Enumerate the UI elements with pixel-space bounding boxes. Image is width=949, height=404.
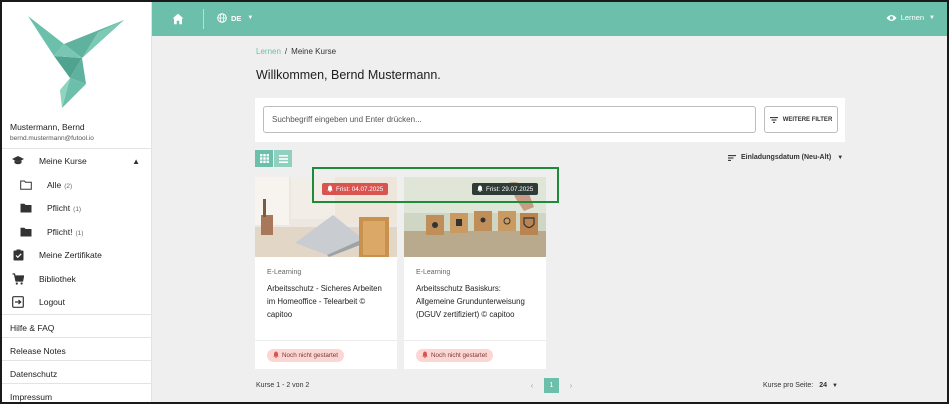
home-icon[interactable] bbox=[172, 13, 184, 25]
list-view-button[interactable] bbox=[274, 150, 292, 167]
user-email: bernd.mustermann@futool.io bbox=[10, 135, 94, 142]
folder-count: (2) bbox=[64, 183, 73, 190]
hummingbird-logo bbox=[28, 16, 124, 108]
release-notes-link[interactable]: Release Notes bbox=[10, 346, 66, 356]
folder-count: (1) bbox=[73, 206, 82, 213]
sidebar-item-folder-alle[interactable]: Alle (2) bbox=[2, 175, 152, 195]
folder-label: Pflicht bbox=[47, 203, 71, 213]
course-title: Arbeitsschutz Basiskurs: Allgemeine Grun… bbox=[416, 284, 525, 319]
sidebar-divider bbox=[2, 148, 152, 149]
chevron-up-icon[interactable]: ▲ bbox=[132, 157, 140, 166]
course-type: E-Learning bbox=[416, 269, 451, 276]
top-bar-separator bbox=[203, 9, 204, 29]
course-card[interactable]: E-Learning Arbeitsschutz - Sicheres Arbe… bbox=[255, 177, 397, 369]
breadcrumb-root-link[interactable]: Lernen bbox=[256, 47, 281, 56]
course-title: Arbeitsschutz - Sicheres Arbeiten im Hom… bbox=[267, 284, 382, 319]
chevron-left-icon[interactable]: ‹ bbox=[526, 381, 538, 390]
sidebar-item-label: Meine Zertifikate bbox=[39, 250, 102, 260]
sidebar-item-label: Bibliothek bbox=[39, 274, 76, 284]
grid-icon bbox=[259, 154, 269, 163]
list-icon bbox=[278, 154, 288, 163]
view-toggle bbox=[255, 150, 292, 167]
mode-label: Lernen bbox=[900, 13, 925, 22]
sidebar-divider bbox=[2, 337, 152, 338]
card-divider bbox=[255, 340, 397, 341]
sidebar-item-label: Logout bbox=[39, 297, 65, 307]
sidebar: Mustermann, Bernd bernd.mustermann@futoo… bbox=[2, 2, 152, 402]
folder-label: Pflicht! bbox=[47, 227, 73, 237]
mode-selector[interactable]: Lernen ▼ bbox=[886, 13, 935, 22]
breadcrumb-current: Meine Kurse bbox=[291, 47, 337, 56]
course-count: Kurse 1 - 2 von 2 bbox=[256, 382, 310, 389]
sidebar-item-certificates[interactable]: Meine Zertifikate bbox=[2, 245, 152, 265]
card-divider bbox=[404, 340, 546, 341]
sidebar-item-label: Meine Kurse bbox=[39, 156, 87, 166]
folder-label: Alle bbox=[47, 180, 62, 190]
shopping-cart-icon bbox=[12, 273, 24, 285]
more-filters-label: WEITERE FILTER bbox=[782, 116, 833, 123]
help-faq-link[interactable]: Hilfe & FAQ bbox=[10, 323, 54, 333]
graduation-cap-icon bbox=[12, 155, 24, 167]
sort-icon bbox=[728, 154, 736, 161]
course-card[interactable]: E-Learning Arbeitsschutz Basiskurs: Allg… bbox=[404, 177, 546, 369]
language-label: DE bbox=[231, 13, 242, 23]
caret-down-icon: ▼ bbox=[837, 154, 844, 161]
caret-down-icon[interactable]: ▼ bbox=[832, 383, 838, 389]
breadcrumb: Lernen / Meine Kurse bbox=[256, 47, 336, 56]
per-page-value[interactable]: 24 bbox=[819, 382, 827, 389]
user-name: Mustermann, Bernd bbox=[10, 122, 85, 132]
search-panel: Suchbegriff eingeben und Enter drücken..… bbox=[255, 98, 845, 142]
app-frame: Mustermann, Bernd bernd.mustermann@futoo… bbox=[0, 0, 949, 404]
imprint-link[interactable]: Impressum bbox=[10, 392, 52, 402]
bell-icon bbox=[422, 351, 428, 360]
folder-filled-icon bbox=[20, 202, 32, 214]
logout-icon bbox=[12, 296, 24, 308]
status-badge: Noch nicht gestartet bbox=[416, 349, 494, 362]
sort-label: Einladungsdatum (Neu-Alt) bbox=[741, 154, 832, 161]
page-title: Willkommen, Bernd Mustermann. bbox=[256, 68, 441, 82]
folder-outline-icon bbox=[20, 179, 32, 191]
search-input[interactable]: Suchbegriff eingeben und Enter drücken..… bbox=[263, 106, 756, 133]
sidebar-divider bbox=[2, 383, 152, 384]
status-label: Noch nicht gestartet bbox=[282, 352, 339, 359]
sidebar-divider bbox=[2, 360, 152, 361]
folder-count: (1) bbox=[75, 230, 84, 237]
caret-down-icon: ▼ bbox=[247, 15, 254, 21]
folder-filled-icon bbox=[20, 226, 32, 238]
language-selector[interactable]: DE ▼ bbox=[217, 13, 253, 23]
course-type: E-Learning bbox=[267, 269, 302, 276]
filter-icon bbox=[769, 116, 778, 123]
more-filters-button[interactable]: WEITERE FILTER bbox=[764, 106, 838, 133]
sidebar-item-folder-pflicht[interactable]: Pflicht (1) bbox=[2, 198, 152, 218]
grid-view-button[interactable] bbox=[255, 150, 273, 167]
caret-down-icon: ▼ bbox=[929, 14, 935, 21]
pagination: ‹ 1 › bbox=[526, 378, 577, 393]
sidebar-item-library[interactable]: Bibliothek bbox=[2, 269, 152, 289]
chevron-right-icon[interactable]: › bbox=[565, 381, 577, 390]
user-info: Mustermann, Bernd bernd.mustermann@futoo… bbox=[10, 122, 94, 142]
privacy-link[interactable]: Datenschutz bbox=[10, 369, 57, 379]
bell-icon bbox=[273, 351, 279, 360]
clipboard-check-icon bbox=[12, 249, 24, 261]
globe-icon bbox=[217, 13, 227, 23]
top-bar: DE ▼ Lernen ▼ bbox=[152, 2, 947, 36]
sort-selector[interactable]: Einladungsdatum (Neu-Alt) ▼ bbox=[728, 154, 843, 161]
per-page-label: Kurse pro Seite: bbox=[763, 382, 814, 389]
sidebar-item-my-courses[interactable]: Meine Kurse ▲ bbox=[2, 151, 152, 171]
sidebar-item-folder-pflicht-urgent[interactable]: Pflicht! (1) bbox=[2, 222, 152, 242]
sidebar-divider bbox=[2, 314, 152, 315]
highlight-annotation-box bbox=[312, 167, 559, 203]
per-page-selector: Kurse pro Seite: 24 ▼ bbox=[763, 382, 838, 389]
sidebar-item-logout[interactable]: Logout bbox=[2, 292, 152, 312]
status-badge: Noch nicht gestartet bbox=[267, 349, 345, 362]
status-label: Noch nicht gestartet bbox=[431, 352, 488, 359]
eye-icon bbox=[886, 14, 897, 21]
page-button[interactable]: 1 bbox=[544, 378, 559, 393]
breadcrumb-separator: / bbox=[284, 47, 288, 56]
